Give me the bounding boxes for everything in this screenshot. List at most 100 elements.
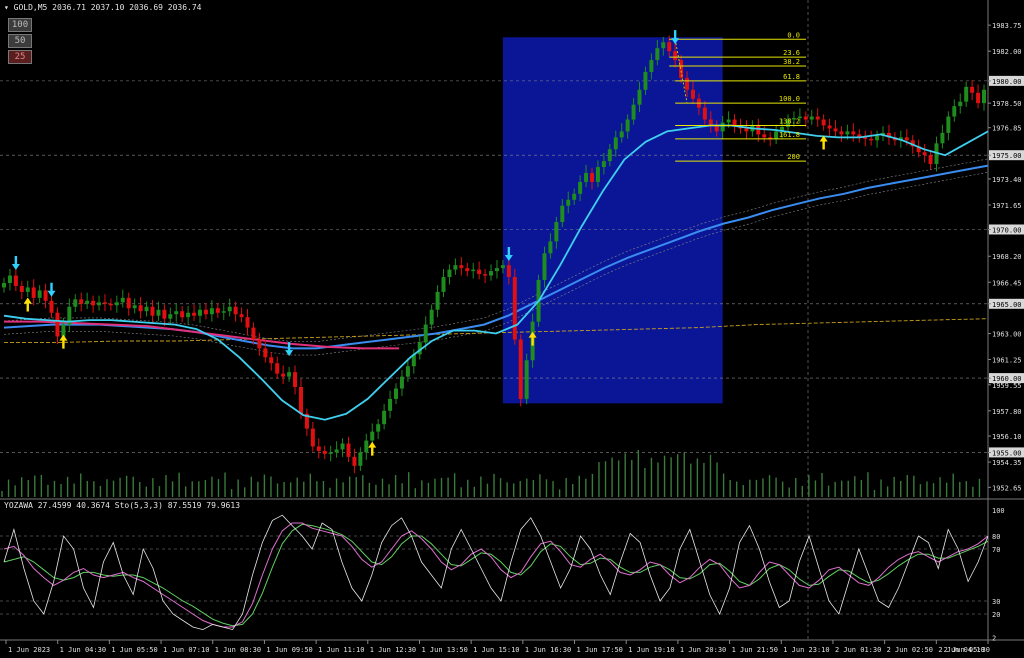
- price-tick-label: 1968.20: [992, 253, 1022, 261]
- candle: [120, 289, 125, 308]
- candle-body: [85, 300, 90, 304]
- candle: [198, 304, 202, 324]
- time-tick-label: 1 Jun 17:50: [577, 646, 623, 654]
- candle-body: [465, 268, 470, 272]
- stoch-level-label: 20: [992, 611, 1000, 619]
- indicator-header: YOZAWA 27.4599 40.3674 Sto(5,3,3) 87.551…: [4, 501, 241, 510]
- candle: [512, 268, 517, 345]
- candle-body: [114, 302, 119, 306]
- buy-arrow-icon: [819, 135, 828, 150]
- candle: [964, 81, 969, 107]
- candle-body: [352, 456, 357, 466]
- candle: [186, 306, 191, 325]
- candle: [435, 285, 440, 318]
- candle-body: [91, 300, 96, 306]
- candle-body: [275, 363, 280, 374]
- candle-body: [2, 282, 6, 288]
- candle: [399, 369, 404, 396]
- candle-body: [613, 137, 618, 150]
- time-tick-label: 1 Jun 16:30: [525, 646, 571, 654]
- fib-level-label: 138.2: [779, 117, 800, 125]
- candle-body: [500, 265, 505, 269]
- candle: [37, 285, 42, 304]
- candle-body: [215, 308, 220, 313]
- candle: [97, 295, 102, 311]
- candle: [881, 126, 886, 142]
- candle: [815, 108, 820, 127]
- candle-body: [821, 119, 826, 126]
- candle-body: [690, 89, 695, 99]
- candle: [809, 109, 814, 125]
- sell-arrow-icon: [11, 255, 20, 270]
- candle-body: [429, 309, 434, 325]
- candle: [976, 84, 981, 109]
- candle-body: [209, 308, 214, 315]
- candle-body: [512, 277, 517, 340]
- candle-body: [293, 372, 298, 388]
- candle-body: [655, 48, 660, 61]
- candle: [209, 300, 214, 322]
- time-tick-label: 1 Jun 23:10: [783, 646, 829, 654]
- candle-body: [869, 138, 874, 141]
- sell-arrow-icon: [47, 282, 56, 297]
- candle-body: [156, 309, 161, 316]
- buy-arrow-icon: [59, 334, 68, 349]
- tf-button-25[interactable]: 25: [8, 50, 32, 64]
- candle-body: [25, 287, 30, 292]
- candle-body: [471, 269, 476, 272]
- candle: [489, 264, 494, 281]
- tf-button-100[interactable]: 100: [8, 18, 32, 32]
- candle-body: [251, 327, 256, 340]
- candle: [7, 268, 12, 291]
- candle-body: [168, 314, 173, 319]
- candle: [827, 118, 832, 136]
- candle-body: [322, 450, 327, 454]
- time-tick-label: 1 Jun 13:50: [421, 646, 467, 654]
- fib-level-label: 23.6: [783, 49, 800, 57]
- candle-body: [394, 388, 398, 399]
- candle-body: [423, 324, 428, 343]
- candle-body: [108, 303, 113, 306]
- price-tick-label: 1971.65: [992, 202, 1022, 210]
- buy-arrow-icon: [368, 441, 377, 456]
- candle-body: [257, 339, 262, 349]
- time-tick-label: 1 Jun 08:30: [215, 646, 261, 654]
- candle: [245, 309, 250, 336]
- candle: [85, 292, 90, 310]
- candle: [215, 303, 220, 318]
- candle: [293, 365, 298, 395]
- candle-body: [483, 274, 488, 276]
- candle-body: [732, 119, 737, 126]
- tf-button-50[interactable]: 50: [8, 34, 32, 48]
- candle-body: [150, 306, 155, 316]
- candle: [851, 123, 856, 142]
- candle: [928, 149, 933, 170]
- price-chart[interactable]: 0.0 23.638.2 61.8 100.0 138.2 161.8 200 1983.75…: [0, 0, 1024, 658]
- candle: [429, 304, 434, 330]
- candle-body: [809, 116, 814, 120]
- candle-body: [162, 309, 167, 319]
- candle-body: [904, 137, 909, 141]
- candle: [886, 124, 891, 145]
- candle-body: [37, 290, 42, 298]
- candle: [227, 298, 232, 317]
- candle-body: [976, 92, 981, 104]
- candle: [869, 130, 874, 146]
- candle-body: [43, 290, 48, 301]
- candle: [863, 130, 868, 147]
- candle-body: [595, 167, 600, 182]
- candle-body: [489, 271, 494, 276]
- price-tick-label: 1976.85: [992, 125, 1022, 133]
- candle-body: [477, 269, 482, 275]
- candle-body: [590, 173, 594, 182]
- candle-body: [138, 305, 143, 312]
- candle-body: [388, 398, 393, 411]
- candle-body: [459, 265, 464, 269]
- candle-body: [346, 443, 351, 457]
- stoch-level-label: 2: [992, 634, 996, 642]
- candle-body: [269, 357, 274, 364]
- candle: [477, 261, 482, 280]
- candle: [221, 304, 226, 321]
- candle: [322, 445, 327, 460]
- candle-body: [708, 119, 713, 126]
